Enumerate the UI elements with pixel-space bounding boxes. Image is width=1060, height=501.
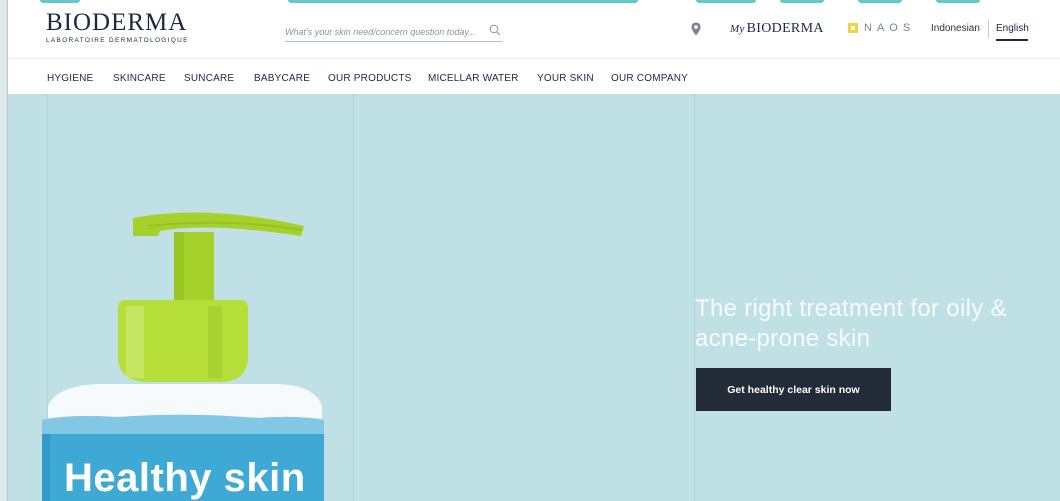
hero-banner: Healthy skin The right treatment for oil… [8,94,1060,501]
nav-item-our-company[interactable]: OUR COMPANY [611,73,688,84]
product-bottle-image [42,212,324,501]
bioderma-logo[interactable]: BIODERMA LABORATOIRE DERMATOLOGIQUE [46,9,189,45]
search-icon[interactable] [489,23,501,41]
my-bioderma-label: BIODERMA [746,21,824,36]
nav-item-suncare[interactable]: SUNCARE [184,73,234,84]
nav-item-skincare[interactable]: SKINCARE [113,73,166,84]
my-bioderma-prefix: My [730,23,745,35]
my-bioderma-link[interactable]: My BIODERMA [730,21,824,37]
naos-logo-icon [848,23,858,33]
nav-item-babycare[interactable]: BABYCARE [254,73,310,84]
logo-wordmark: BIODERMA [46,9,188,36]
nav-item-your-skin[interactable]: YOUR SKIN [537,73,594,84]
header: BIODERMA LABORATOIRE DERMATOLOGIQUE MyBI… [8,0,1060,58]
window-left-edge [0,0,8,501]
language-english[interactable]: English [996,23,1029,34]
logo-tagline: LABORATOIRE DERMATOLOGIQUE [46,37,189,44]
naos-label: NAOS [864,22,916,34]
nav-item-hygiene[interactable]: HYGIENE [47,73,93,84]
location-pin-icon[interactable] [691,22,701,41]
language-indonesian[interactable]: Indonesian [931,23,980,34]
bottle-label-text: Healthy skin [64,456,306,500]
language-divider [988,20,989,38]
active-language-indicator [996,39,1028,41]
search-bar [285,22,503,42]
main-nav: HYGIENE SKINCARE SUNCARE BABYCARE OUR PR… [8,58,1060,95]
nav-item-micellar-water[interactable]: MICELLAR WATER [428,73,519,84]
search-input[interactable] [285,25,475,39]
get-healthy-skin-button[interactable]: Get healthy clear skin now [696,368,891,411]
naos-link[interactable]: NAOS [848,22,915,34]
nav-item-our-products[interactable]: OUR PRODUCTS [328,73,412,84]
hero-title: The right treatment for oily & acne-pron… [695,295,1007,352]
